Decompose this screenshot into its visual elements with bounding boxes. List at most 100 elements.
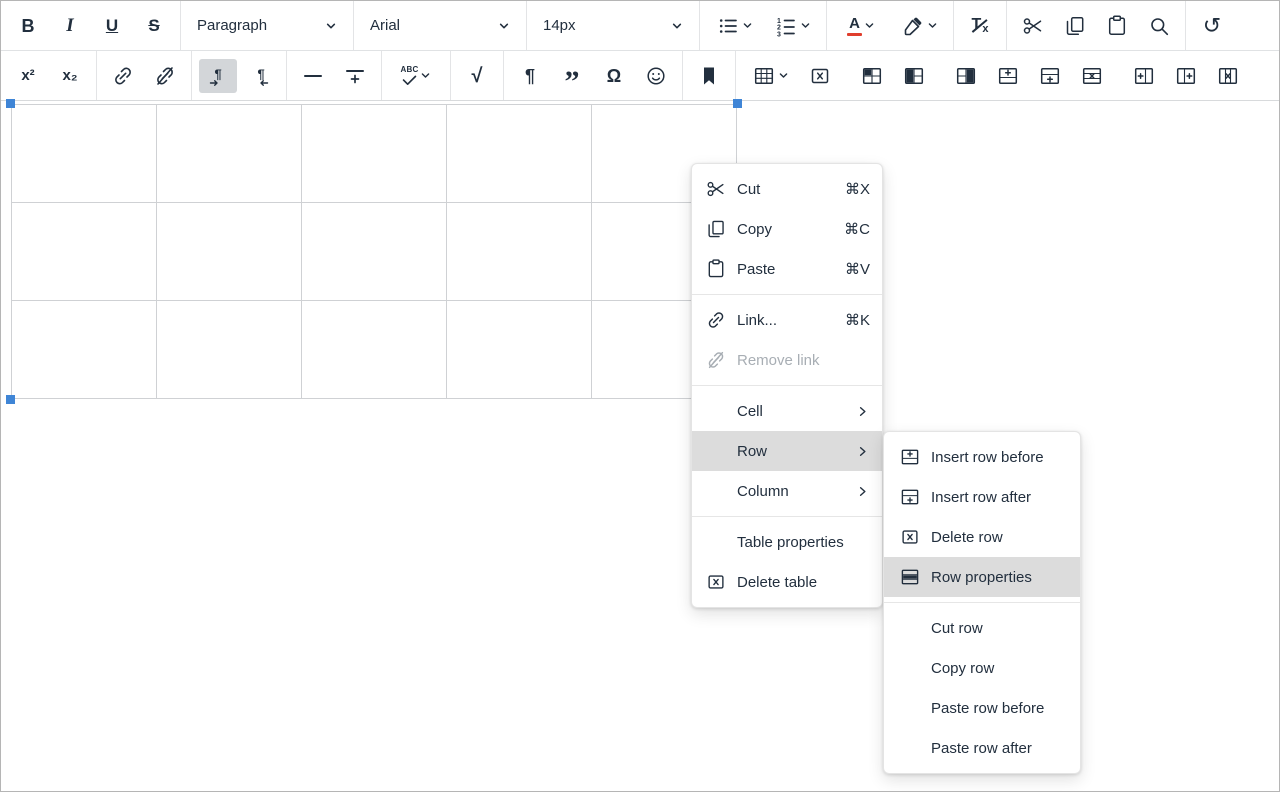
table-cell[interactable] bbox=[447, 203, 592, 301]
chevron-right-icon bbox=[855, 444, 870, 459]
table-cell[interactable] bbox=[12, 301, 157, 399]
submenu-item-copy-row[interactable]: Copy row bbox=[884, 648, 1080, 688]
submenu-item-insert-row-before[interactable]: Insert row before bbox=[884, 437, 1080, 477]
submenu-item-row-properties[interactable]: Row properties bbox=[884, 557, 1080, 597]
spellcheck-icon: ABC bbox=[401, 66, 419, 86]
bullet-list-button[interactable] bbox=[707, 9, 761, 43]
menu-item-row[interactable]: Row bbox=[692, 431, 882, 471]
table-cell[interactable] bbox=[157, 105, 302, 203]
insert-column-after-button[interactable] bbox=[1167, 59, 1205, 93]
menu-item-label: Delete row bbox=[931, 529, 1068, 546]
search-button[interactable] bbox=[1140, 9, 1178, 43]
submenu-item-delete-row[interactable]: Delete row bbox=[884, 517, 1080, 557]
paragraph-mark-button[interactable]: ¶ bbox=[511, 59, 549, 93]
horizontal-rule-icon bbox=[301, 64, 325, 88]
horizontal-rule-button[interactable] bbox=[294, 59, 332, 93]
menu-item-cut[interactable]: Cut ⌘X bbox=[692, 169, 882, 209]
split-cell-button[interactable] bbox=[947, 59, 985, 93]
underline-button[interactable]: U bbox=[93, 9, 131, 43]
font-size-dropdown[interactable]: 14px bbox=[534, 9, 692, 43]
copy-button[interactable] bbox=[1056, 9, 1094, 43]
table-resize-handle-top-right[interactable] bbox=[733, 99, 742, 108]
rtl-direction-button[interactable] bbox=[241, 59, 279, 93]
italic-button[interactable]: I bbox=[51, 9, 89, 43]
square-root-button[interactable]: √ bbox=[458, 59, 496, 93]
table-cell[interactable] bbox=[157, 203, 302, 301]
insert-row-after-button[interactable] bbox=[1031, 59, 1069, 93]
paste-button[interactable] bbox=[1098, 9, 1136, 43]
submenu-item-paste-row-before[interactable]: Paste row before bbox=[884, 688, 1080, 728]
highlight-color-button[interactable] bbox=[892, 9, 946, 43]
bold-button[interactable]: B bbox=[9, 9, 47, 43]
submenu-item-cut-row[interactable]: Cut row bbox=[884, 608, 1080, 648]
anchor-button[interactable] bbox=[690, 59, 728, 93]
table-resize-handle-top-left[interactable] bbox=[6, 99, 15, 108]
table-cell[interactable] bbox=[157, 301, 302, 399]
menu-item-paste[interactable]: Paste ⌘V bbox=[692, 249, 882, 289]
text-color-button[interactable]: A bbox=[834, 9, 888, 43]
selected-table[interactable] bbox=[11, 104, 737, 399]
table-cell[interactable] bbox=[302, 301, 447, 399]
table-resize-handle-bottom-left[interactable] bbox=[6, 395, 15, 404]
menu-icon-placeholder bbox=[704, 399, 728, 423]
submenu-item-insert-row-after[interactable]: Insert row after bbox=[884, 477, 1080, 517]
cell-properties-button[interactable] bbox=[853, 59, 891, 93]
paragraph-style-dropdown[interactable]: Paragraph bbox=[188, 9, 346, 43]
smiley-icon bbox=[644, 64, 668, 88]
delete-row-button[interactable] bbox=[1073, 59, 1111, 93]
undo-button[interactable]: ↺ bbox=[1193, 9, 1231, 43]
insert-row-before-button[interactable] bbox=[989, 59, 1027, 93]
content-table[interactable] bbox=[11, 104, 737, 399]
editor-window: B I U S Paragraph Arial 14px A Tx ↺ x² x… bbox=[0, 0, 1280, 792]
table-cell[interactable] bbox=[447, 301, 592, 399]
table-cell[interactable] bbox=[302, 203, 447, 301]
special-character-button[interactable]: Ω bbox=[595, 59, 633, 93]
insert-table-button[interactable] bbox=[743, 59, 797, 93]
subscript-button[interactable]: x₂ bbox=[51, 59, 89, 93]
chevron-down-icon bbox=[927, 20, 938, 31]
ltr-direction-button[interactable] bbox=[199, 59, 237, 93]
menu-item-remove-link[interactable]: Remove link bbox=[692, 340, 882, 380]
remove-link-button[interactable] bbox=[146, 59, 184, 93]
table-cell[interactable] bbox=[302, 105, 447, 203]
emoji-button[interactable] bbox=[637, 59, 675, 93]
menu-item-table-properties[interactable]: Table properties bbox=[692, 522, 882, 562]
table-cell[interactable] bbox=[12, 203, 157, 301]
insert-link-button[interactable] bbox=[104, 59, 142, 93]
cut-button[interactable] bbox=[1014, 9, 1052, 43]
menu-item-cell[interactable]: Cell bbox=[692, 391, 882, 431]
blockquote-button[interactable]: ” bbox=[553, 59, 591, 93]
menu-item-label: Cut row bbox=[931, 620, 1068, 637]
strikethrough-button[interactable]: S bbox=[135, 9, 173, 43]
menu-icon-placeholder bbox=[898, 616, 922, 640]
page-break-button[interactable] bbox=[336, 59, 374, 93]
table-cell[interactable] bbox=[447, 105, 592, 203]
menu-item-column[interactable]: Column bbox=[692, 471, 882, 511]
menu-item-link[interactable]: Link... ⌘K bbox=[692, 300, 882, 340]
submenu-item-paste-row-after[interactable]: Paste row after bbox=[884, 728, 1080, 768]
delete-column-icon bbox=[1216, 64, 1240, 88]
toolbar-separator bbox=[286, 51, 287, 100]
merge-cells-button[interactable] bbox=[895, 59, 933, 93]
font-family-dropdown[interactable]: Arial bbox=[361, 9, 519, 43]
delete-column-button[interactable] bbox=[1209, 59, 1247, 93]
clear-formatting-icon: Tx bbox=[972, 17, 989, 35]
delete-table-button[interactable] bbox=[801, 59, 839, 93]
search-icon bbox=[1147, 14, 1171, 38]
delete-row-icon bbox=[1080, 64, 1104, 88]
toolbar-row-2: x² x₂ ABC √ ¶ ” Ω bbox=[1, 51, 1279, 101]
chevron-right-icon bbox=[855, 484, 870, 499]
menu-item-copy[interactable]: Copy ⌘C bbox=[692, 209, 882, 249]
superscript-button[interactable]: x² bbox=[9, 59, 47, 93]
menu-item-label: Paste row before bbox=[931, 700, 1068, 717]
menu-item-delete-table[interactable]: Delete table bbox=[692, 562, 882, 602]
bold-icon: B bbox=[22, 17, 35, 35]
editor-content[interactable]: Cut ⌘X Copy ⌘C Paste ⌘V Link... ⌘K Re bbox=[1, 101, 1279, 792]
table-cell[interactable] bbox=[12, 105, 157, 203]
spellcheck-button[interactable]: ABC bbox=[389, 59, 443, 93]
toolbar-separator bbox=[953, 1, 954, 50]
clear-formatting-button[interactable]: Tx bbox=[961, 9, 999, 43]
insert-column-before-button[interactable] bbox=[1125, 59, 1163, 93]
menu-shortcut: ⌘X bbox=[845, 180, 870, 198]
numbered-list-button[interactable] bbox=[765, 9, 819, 43]
